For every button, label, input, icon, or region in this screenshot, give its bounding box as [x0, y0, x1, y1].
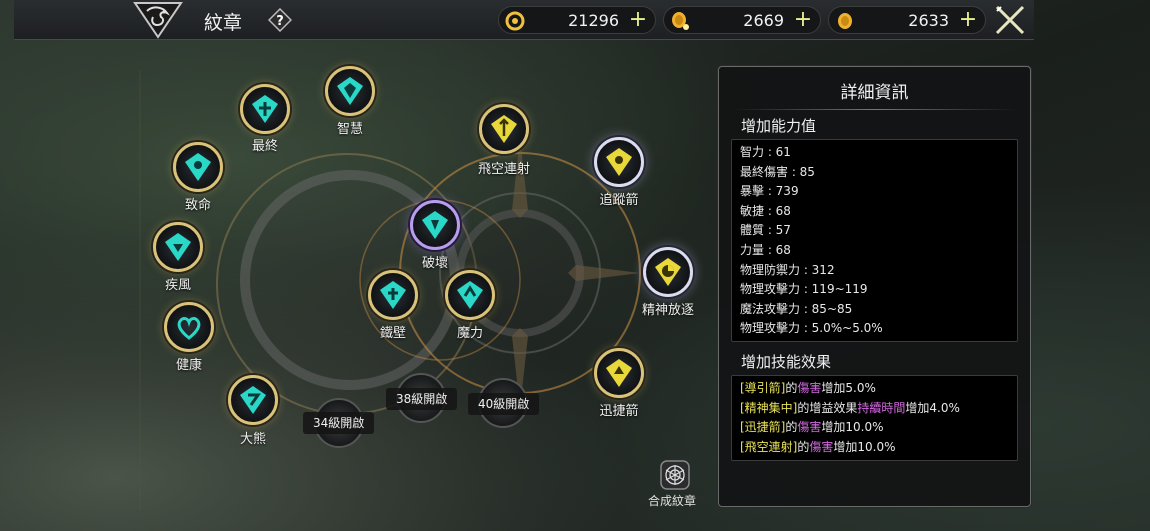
emblem-label: 迅捷箭 — [599, 404, 639, 419]
emblem-label: 大熊 — [239, 432, 266, 447]
gold-coin-stack-icon — [670, 11, 690, 31]
shield-emblem-icon — [185, 153, 211, 181]
skill-emblem-icon — [491, 115, 517, 143]
stat-line: 敏捷 : 68 — [740, 203, 791, 218]
heart-emblem-icon — [177, 317, 201, 340]
emblem-label: 魔力 — [456, 326, 483, 341]
emblem-label: 破壞 — [421, 256, 448, 271]
emblem-node-final[interactable] — [240, 84, 290, 134]
stat-line: 魔法攻擊力 : 85~85 — [740, 301, 853, 316]
shield-emblem-icon — [380, 281, 406, 309]
currency-value: 2633 — [908, 11, 949, 30]
effect-line: [精神集中]的增益效果持續時間增加4.0% — [732, 399, 1017, 419]
skill-emblem-icon — [606, 148, 632, 176]
add-currency-button[interactable]: + — [957, 9, 979, 32]
effect-text: 的增益效果 — [797, 400, 858, 415]
emblem-node-critical[interactable] — [173, 142, 223, 192]
divider — [733, 109, 1016, 110]
emblem-node-swift-arrow[interactable] — [594, 348, 644, 398]
skill-emblem-icon — [606, 359, 632, 387]
panel-title: 詳細資訊 — [840, 83, 909, 103]
effect-skill: [迅捷箭] — [740, 420, 786, 434]
combine-web-icon — [660, 460, 690, 490]
shield-emblem-icon — [165, 233, 191, 261]
stat-line: 暴擊 : 739 — [740, 184, 799, 199]
effect-attribute: 傷害 — [797, 381, 822, 395]
effect-text: 的 — [785, 381, 798, 395]
emblem-node-gale[interactable] — [153, 222, 203, 272]
currency-gold-stack: 2669 + — [663, 6, 821, 34]
emblem-node-magic-power[interactable] — [445, 270, 495, 320]
effect-amount: 增加4.0% — [905, 400, 960, 415]
emblem-node-destruction[interactable] — [410, 200, 460, 250]
emblem-label: 健康 — [175, 358, 202, 373]
effect-attribute: 傷害 — [809, 439, 834, 454]
emblem-node-health[interactable] — [164, 302, 214, 352]
emblem-label: 智慧 — [336, 122, 363, 137]
stat-line: 物理防禦力 : 312 — [740, 262, 835, 277]
shield-emblem-icon — [240, 386, 266, 414]
add-currency-button[interactable]: + — [792, 9, 814, 32]
effect-amount: 增加10.0% — [833, 439, 896, 454]
effects-section-title: 增加技能效果 — [741, 353, 832, 371]
stats-list[interactable]: 智力 : 61 最終傷害 : 85 暴擊 : 739 敏捷 : 68 體質 : … — [731, 139, 1018, 342]
emblem-node-wisdom[interactable] — [325, 66, 375, 116]
emblem-label: 致命 — [184, 198, 211, 213]
shield-emblem-icon — [422, 211, 448, 239]
currency-gold: 2633 + — [828, 6, 986, 34]
emblem-label: 精神放逐 — [641, 303, 694, 318]
emblem-node-iron-wall[interactable] — [368, 270, 418, 320]
stat-line: 體質 : 57 — [740, 223, 791, 238]
stats-section-title: 增加能力值 — [741, 117, 817, 135]
page-title: 紋章 — [204, 12, 243, 34]
skill-emblem-icon — [655, 258, 681, 286]
dragon-emblem-icon — [130, 0, 186, 40]
locked-slot-label: 34級開啟 — [303, 412, 375, 434]
emblem-label: 飛空連射 — [477, 162, 530, 177]
effect-text: 的 — [797, 439, 810, 454]
help-icon[interactable]: ? — [268, 8, 292, 32]
add-currency-button[interactable]: + — [627, 9, 649, 32]
stat-line: 智力 : 61 — [740, 145, 791, 159]
emblem-board: 智慧 最終 致命 疾風 健康 大熊 飛空連射 追蹤箭 精神放逐 迅捷箭 破壞 鐵… — [0, 40, 715, 531]
emblem-node-spirit-exile[interactable] — [643, 247, 693, 297]
effect-skill: [導引箭] — [740, 381, 786, 395]
stat-line: 物理攻擊力 : 119~119 — [740, 282, 868, 297]
emblem-node-tracking-arrow[interactable] — [594, 137, 644, 187]
swirl-coin-icon — [505, 11, 525, 31]
effect-line: [飛空連射]的傷害增加10.0% — [732, 438, 1017, 458]
effect-line: [導引箭]的傷害增加5.0% — [732, 379, 1017, 399]
emblem-label: 最終 — [251, 139, 278, 154]
combine-label: 合成紋章 — [647, 494, 696, 508]
gold-coin-icon — [835, 11, 855, 31]
locked-slot-label: 40級開啟 — [468, 393, 540, 415]
stat-line: 力量 : 68 — [740, 242, 791, 257]
currency-swirl: 21296 + — [498, 6, 656, 34]
effect-text: 的 — [785, 420, 798, 434]
shield-emblem-icon — [337, 77, 363, 105]
locked-slot-label: 38級開啟 — [386, 388, 458, 410]
effect-attribute: 傷害 — [797, 420, 822, 434]
emblem-node-aerial-volley[interactable] — [479, 104, 529, 154]
effect-attribute: 持續時間 — [857, 400, 906, 415]
stat-line: 最終傷害 : 85 — [740, 164, 815, 179]
close-crossed-swords-icon[interactable] — [993, 3, 1027, 37]
detail-panel: 詳細資訊 增加能力值 智力 : 61 最終傷害 : 85 暴擊 : 739 敏捷… — [718, 66, 1031, 507]
effect-skill: [精神集中] — [740, 400, 798, 415]
stat-line: 物理攻擊力 : 5.0%~5.0% — [740, 321, 883, 336]
shield-emblem-icon — [252, 95, 278, 123]
currency-value: 2669 — [743, 11, 784, 30]
effect-amount: 增加10.0% — [821, 420, 884, 434]
currency-value: 21296 — [568, 11, 619, 30]
emblem-label: 追蹤箭 — [599, 193, 639, 208]
effects-list[interactable]: [導引箭]的傷害增加5.0% [精神集中]的增益效果持續時間增加4.0% [迅捷… — [731, 375, 1018, 461]
shield-emblem-icon — [457, 281, 483, 309]
emblem-node-bear[interactable] — [228, 375, 278, 425]
emblem-label: 疾風 — [164, 278, 191, 293]
effect-line: [迅捷箭]的傷害增加10.0% — [732, 418, 1017, 438]
effect-skill: [飛空連射] — [740, 439, 798, 454]
combine-emblem-button[interactable]: 合成紋章 — [648, 460, 700, 509]
svg-text:?: ? — [276, 14, 284, 29]
effect-amount: 增加5.0% — [821, 381, 876, 395]
